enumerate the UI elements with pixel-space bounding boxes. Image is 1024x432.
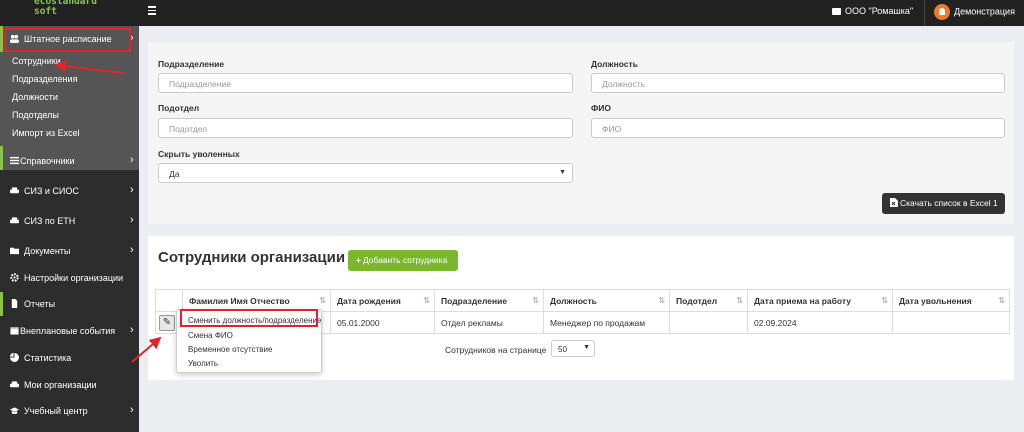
menu-item-dismiss[interactable]: Уволить [188,359,218,368]
car-icon [10,381,19,388]
department-label: Подразделение [158,59,225,69]
per-page-label: Сотрудников на странице [445,345,547,355]
department-input[interactable]: Подразделение [158,73,573,93]
menu-toggle-icon[interactable] [148,6,158,18]
plus-icon: + [356,255,361,265]
sort-icon: ⇅ [532,296,539,305]
chevron-right-icon: › [130,184,134,196]
chevron-right-icon: › [130,154,134,166]
subdepartment-input[interactable]: Подотдел [158,118,573,138]
sidebar-subitem-positions[interactable]: Должности [12,92,58,102]
fio-label: ФИО [591,103,611,113]
chevron-right-icon: › [130,214,134,226]
folder-icon [10,247,19,255]
sidebar-item-siz-sios[interactable]: СИЗ и СИОС › [0,178,139,204]
table-cell-birth-date: 05.01.2000 [330,311,435,334]
sidebar-item-training-center[interactable]: Учебный центр › [0,398,139,424]
column-header-dismissal-date[interactable]: Дата увольнения ⇅ [892,289,1010,312]
sidebar-subitem-subdepartments[interactable]: Подотделы [12,110,59,120]
sort-icon: ⇅ [658,296,665,305]
briefcase-icon [832,8,841,15]
sidebar-item-siz-etn[interactable]: СИЗ по ЕТН › [0,208,139,234]
fio-input[interactable]: ФИО [591,118,1005,138]
column-header-position[interactable]: Должность ⇅ [543,289,670,312]
sort-icon: ⇅ [998,296,1005,305]
column-header-hire-date[interactable]: Дата приема на работу ⇅ [747,289,893,312]
top-bar: ecostandard soft ООО "Ромашка" Демонстра… [0,0,1024,26]
hide-fired-label: Скрыть уволенных [158,149,240,159]
chevron-right-icon: › [130,244,134,256]
organization-selector[interactable]: ООО "Ромашка" [832,6,913,16]
list-icon [10,156,19,165]
subdepartment-label: Подотдел [158,103,200,113]
position-input[interactable]: Должность [591,73,1005,93]
sort-icon: ⇅ [423,296,430,305]
avatar [934,4,950,20]
table-cell-position: Менеджер по продажам [543,311,670,334]
car-icon [10,217,19,224]
header-divider [924,0,925,26]
user-menu[interactable]: Демонстрация [934,4,1015,20]
chevron-right-icon: › [130,324,134,336]
table-cell-subdepartment [669,311,748,334]
logo[interactable]: ecostandard soft [34,0,138,17]
file-excel-icon [890,198,898,207]
per-page-select[interactable]: 50 ▼ [551,340,595,357]
sidebar-subitem-employees[interactable]: Сотрудники [12,56,61,66]
page-title: Сотрудники организации [158,249,346,266]
export-excel-button[interactable]: Скачать список в Excel 1 [882,193,1005,214]
gear-icon [10,273,19,282]
sidebar-item-org-settings[interactable]: Настройки организации [0,265,139,291]
sort-icon: ⇅ [881,296,888,305]
column-header-subdepartment[interactable]: Подотдел ⇅ [669,289,748,312]
menu-item-change-fio[interactable]: Смена ФИО [188,331,233,340]
sidebar-item-unplanned-events[interactable]: Внеплановые события › [0,318,139,344]
sidebar-item-my-organizations[interactable]: Мои организации [0,372,139,398]
chevron-down-icon: ▼ [583,344,590,351]
table-cell-dismissal-date [892,311,1010,334]
sidebar-item-documents[interactable]: Документы › [0,238,139,264]
sidebar: Штатное расписание › Сотрудники Подразде… [0,26,139,432]
sidebar-item-reports[interactable]: Отчеты [0,291,139,317]
add-employee-button[interactable]: + Добавить сотрудника [348,250,458,271]
menu-item-temporary-absence[interactable]: Временное отсутствие [188,345,272,354]
hide-fired-select[interactable]: Да ▼ [158,163,573,183]
sidebar-subitem-departments[interactable]: Подразделения [12,74,77,84]
graduation-cap-icon [10,407,19,415]
edit-pencil-icon[interactable]: ✎ [159,314,175,331]
highlight-frame [4,28,131,52]
highlight-frame [180,309,318,327]
file-icon [11,299,18,308]
active-indicator [0,26,3,52]
column-header-department[interactable]: Подразделение ⇅ [434,289,544,312]
column-header-birth-date[interactable]: Дата рождения ⇅ [330,289,435,312]
pie-chart-icon [10,353,19,362]
sidebar-item-statistics[interactable]: Статистика [0,345,139,371]
sidebar-item-references[interactable]: Справочники › [0,148,139,174]
calendar-icon [10,327,19,335]
sidebar-subitem-import-excel[interactable]: Импорт из Excel [12,128,80,138]
position-label: Должность [591,59,638,69]
chevron-right-icon: › [130,404,134,416]
sort-icon: ⇅ [319,296,326,305]
sort-icon: ⇅ [736,296,743,305]
car-icon [10,187,19,194]
table-cell-department: Отдел рекламы [434,311,544,334]
table-cell-hire-date: 02.09.2024 [747,311,893,334]
chevron-down-icon: ▼ [559,169,566,176]
